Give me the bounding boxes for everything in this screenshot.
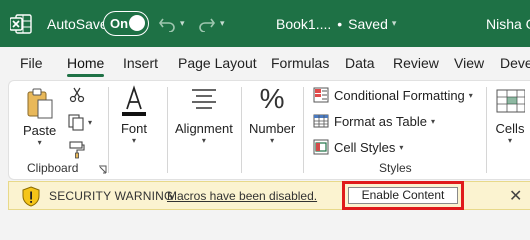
styles-group-label: Styles [379, 161, 412, 175]
group-separator [108, 87, 109, 173]
font-button[interactable]: Font ▾ [120, 85, 148, 145]
redo-icon [199, 18, 215, 32]
tab-page-layout[interactable]: Page Layout [178, 47, 257, 80]
save-status: Saved [348, 15, 388, 32]
group-separator [241, 87, 242, 173]
filename: Book1.... [276, 15, 332, 32]
tab-review[interactable]: Review [393, 47, 439, 80]
cells-button[interactable]: Cells ▾ [495, 87, 525, 145]
dialog-launcher-icon[interactable] [98, 165, 107, 174]
conditional-formatting-label: Conditional Formatting [334, 87, 465, 103]
redo-dropdown-icon[interactable]: ▾ [220, 18, 225, 29]
percent-icon: % [259, 83, 285, 114]
cells-label: Cells [495, 121, 525, 136]
autosave-toggle-state: On [110, 16, 129, 31]
undo-icon [159, 18, 175, 32]
format-as-table-button[interactable]: Format as Table ▾ [313, 113, 435, 129]
enable-content-highlight: Enable Content [342, 181, 464, 210]
alignment-label: Alignment [175, 121, 233, 136]
tab-file[interactable]: File [20, 47, 43, 80]
paste-icon [27, 88, 53, 119]
excel-logo-icon [10, 0, 32, 47]
tab-insert[interactable]: Insert [123, 47, 158, 80]
tab-home[interactable]: Home [67, 47, 105, 80]
conditional-formatting-button[interactable]: Conditional Formatting ▾ [313, 87, 473, 103]
align-icon [191, 89, 216, 109]
shield-warning-icon [22, 186, 40, 207]
font-dropdown-icon[interactable]: ▾ [132, 136, 136, 145]
conditional-formatting-icon [313, 87, 329, 103]
chevron-down-icon: ▾ [391, 18, 397, 28]
cut-icon[interactable] [69, 87, 85, 106]
copy-button[interactable]: ▾ [67, 113, 92, 131]
autosave-label: AutoSave [47, 15, 108, 32]
document-title[interactable]: Book1.... • Saved ▾ [276, 0, 396, 47]
cell-styles-icon [313, 139, 329, 155]
autosave-toggle[interactable]: On [103, 11, 149, 36]
number-label: Number [249, 121, 296, 136]
tab-view[interactable]: View [454, 47, 484, 80]
tab-developer[interactable]: Deve [500, 47, 530, 80]
tab-formulas[interactable]: Formulas [271, 47, 329, 80]
close-icon[interactable]: ✕ [509, 182, 522, 211]
user-name[interactable]: Nisha G [486, 0, 530, 47]
ribbon-tabs: File Home Insert Page Layout Formulas Da… [0, 47, 530, 80]
number-dropdown-icon[interactable]: ▾ [270, 136, 274, 145]
undo-dropdown-icon[interactable]: ▾ [180, 18, 185, 29]
undo-button[interactable]: ▾ [158, 0, 185, 47]
macros-disabled-link[interactable]: Macros have been disabled. [167, 182, 317, 211]
copy-icon [68, 114, 84, 131]
paste-button[interactable]: Paste ▾ [23, 87, 56, 147]
cell-styles-label: Cell Styles [334, 139, 396, 155]
enable-content-button[interactable]: Enable Content [348, 187, 458, 204]
table-icon [313, 114, 329, 128]
font-label: Font [120, 121, 147, 136]
redo-button[interactable]: ▾ [198, 0, 225, 47]
cell-styles-button[interactable]: Cell Styles ▾ [313, 139, 403, 155]
cells-icon [496, 89, 525, 113]
format-painter-icon[interactable] [69, 141, 85, 162]
tab-data[interactable]: Data [345, 47, 375, 80]
ribbon: Paste ▾ ▾ Clipboard Font ▾ Alignment ▾ %… [8, 80, 530, 180]
paste-dropdown-icon[interactable]: ▾ [38, 138, 42, 147]
chevron-down-icon: ▾ [430, 116, 435, 126]
group-separator [167, 87, 168, 173]
clipboard-group: Paste ▾ ▾ Clipboard [9, 81, 117, 181]
title-bar: AutoSave On ▾ ▾ Book1.... • Saved ▾ Nish… [0, 0, 530, 47]
cells-dropdown-icon[interactable]: ▾ [508, 136, 512, 145]
font-icon [122, 85, 146, 116]
copy-dropdown-icon[interactable]: ▾ [88, 118, 92, 127]
alignment-button[interactable]: Alignment ▾ [175, 87, 233, 145]
security-warning-bar: SECURITY WARNING Macros have been disabl… [8, 181, 530, 210]
alignment-dropdown-icon[interactable]: ▾ [202, 136, 206, 145]
group-separator [303, 87, 304, 173]
format-as-table-label: Format as Table [334, 113, 427, 129]
chevron-down-icon: ▾ [468, 90, 473, 100]
title-separator: • [337, 15, 343, 32]
group-separator [486, 87, 487, 173]
paste-label: Paste [23, 123, 57, 138]
security-warning-title: SECURITY WARNING [49, 189, 174, 203]
clipboard-group-label: Clipboard [27, 161, 79, 175]
chevron-down-icon: ▾ [399, 142, 404, 152]
number-button[interactable]: % Number ▾ [249, 83, 295, 145]
toggle-knob [129, 15, 145, 31]
